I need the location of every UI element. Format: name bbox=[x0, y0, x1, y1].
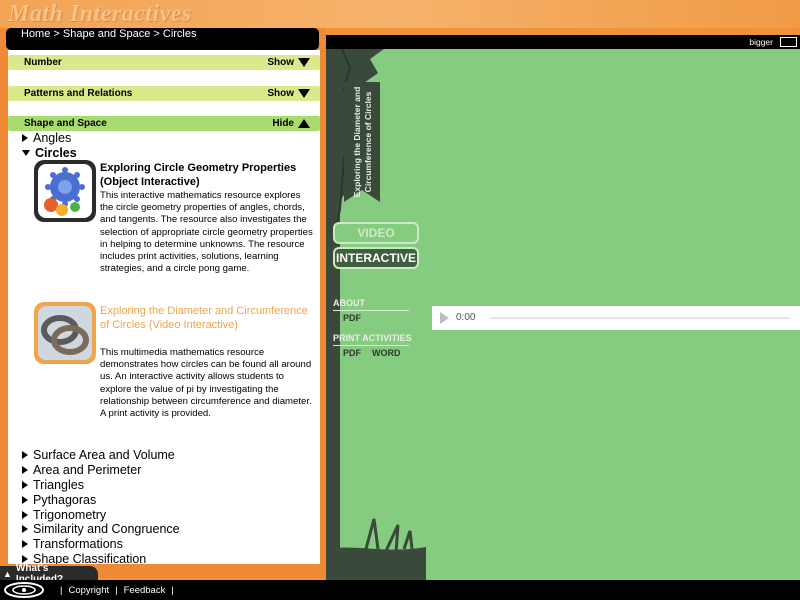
toggle-label: Show bbox=[267, 57, 294, 68]
topic-area-perimeter[interactable]: Area and Perimeter bbox=[22, 463, 141, 477]
topic-angles[interactable]: Angles bbox=[22, 131, 71, 145]
footer-separator: | bbox=[60, 584, 63, 596]
collapse-arrow-icon bbox=[22, 150, 30, 156]
print-word-link[interactable]: WORD bbox=[372, 348, 401, 358]
toggle-label: Show bbox=[267, 88, 294, 99]
print-pdf-link[interactable]: PDF bbox=[343, 348, 361, 358]
topic-label: Transformations bbox=[33, 537, 123, 551]
print-activities-label: PRINT ACTIVITIES bbox=[333, 333, 412, 343]
strand-patterns[interactable]: Patterns and Relations Show bbox=[8, 86, 320, 101]
triangle-up-icon: ▲ bbox=[3, 569, 12, 579]
fullscreen-icon[interactable] bbox=[780, 37, 797, 47]
collapse-arrow-icon bbox=[298, 119, 310, 128]
topic-label: Area and Perimeter bbox=[33, 463, 142, 477]
topic-trigonometry[interactable]: Trigonometry bbox=[22, 508, 106, 522]
strand-toggle[interactable]: Show bbox=[267, 57, 310, 68]
resource-description-1: This interactive mathematics resource ex… bbox=[100, 190, 313, 275]
logo-icon bbox=[4, 582, 44, 598]
about-divider bbox=[333, 310, 409, 311]
topic-label: Similarity and Congruence bbox=[33, 522, 180, 536]
topic-circles[interactable]: Circles bbox=[22, 146, 77, 160]
expand-arrow-icon bbox=[22, 525, 28, 533]
expand-arrow-icon bbox=[22, 555, 28, 563]
video-player: 0:00 bbox=[432, 306, 800, 330]
expand-arrow-icon bbox=[22, 134, 28, 142]
resource-description-2: This multimedia mathematics resource dem… bbox=[100, 347, 312, 420]
expand-arrow-icon bbox=[298, 58, 310, 67]
site-title: Math Interactives bbox=[8, 1, 192, 27]
topic-surface-area[interactable]: Surface Area and Volume bbox=[22, 448, 175, 462]
footer: | Copyright | Feedback | bbox=[0, 580, 800, 600]
bigger-label[interactable]: bigger bbox=[749, 37, 773, 47]
time-display: 0:00 bbox=[456, 312, 476, 323]
strand-label: Number bbox=[24, 57, 62, 68]
expand-arrow-icon bbox=[22, 451, 28, 459]
print-divider bbox=[333, 345, 409, 346]
gear-icon bbox=[38, 164, 92, 218]
topic-label: Surface Area and Volume bbox=[33, 448, 175, 462]
topic-label: Pythagoras bbox=[33, 493, 97, 507]
seek-bar[interactable] bbox=[490, 317, 790, 319]
topic-pythagoras[interactable]: Pythagoras bbox=[22, 493, 96, 507]
expand-arrow-icon bbox=[22, 496, 28, 504]
resource-title-1[interactable]: Exploring Circle Geometry Properties (Ob… bbox=[100, 161, 315, 189]
video-button[interactable]: VIDEO bbox=[333, 222, 419, 244]
title-banner-text: Exploring the Diameter and Circumference… bbox=[352, 82, 374, 202]
banner-line-2: Circumference of Circles bbox=[363, 91, 373, 193]
resource-title-2[interactable]: Exploring the Diameter and Circumference… bbox=[100, 304, 315, 332]
topic-triangles[interactable]: Triangles bbox=[22, 478, 84, 492]
topic-label: Trigonometry bbox=[33, 508, 107, 522]
rings-icon bbox=[38, 306, 92, 360]
strand-number[interactable]: Number Show bbox=[8, 55, 320, 70]
resource-thumbnail-2[interactable] bbox=[34, 302, 96, 364]
banner-line-1: Exploring the Diameter and bbox=[352, 86, 362, 198]
topic-similarity[interactable]: Similarity and Congruence bbox=[22, 522, 180, 536]
strand-shape-space[interactable]: Shape and Space Hide bbox=[8, 116, 320, 131]
breadcrumb[interactable]: Home > Shape and Space > Circles bbox=[6, 28, 319, 50]
about-label: ABOUT bbox=[333, 298, 365, 308]
strand-toggle[interactable]: Hide bbox=[272, 118, 310, 129]
header-band: Math Interactives bbox=[0, 0, 800, 28]
strand-toggle[interactable]: Show bbox=[267, 88, 310, 99]
interactive-button[interactable]: INTERACTIVE bbox=[333, 247, 419, 269]
strand-label: Shape and Space bbox=[24, 118, 107, 129]
player-toolbar: bigger bbox=[326, 35, 800, 49]
footer-separator: | bbox=[171, 584, 174, 596]
expand-arrow-icon bbox=[298, 89, 310, 98]
expand-arrow-icon bbox=[22, 511, 28, 519]
topic-label: Triangles bbox=[33, 478, 84, 492]
expand-arrow-icon bbox=[22, 466, 28, 474]
play-icon[interactable] bbox=[440, 312, 449, 324]
topic-label: Angles bbox=[33, 131, 72, 145]
footer-separator: | bbox=[115, 584, 118, 596]
resource-thumbnail-1[interactable] bbox=[34, 160, 96, 222]
toggle-label: Hide bbox=[272, 118, 294, 129]
about-pdf-link[interactable]: PDF bbox=[343, 313, 361, 323]
strand-label: Patterns and Relations bbox=[24, 88, 133, 99]
feedback-link[interactable]: Feedback bbox=[124, 585, 166, 596]
topic-label: Circles bbox=[35, 146, 77, 160]
expand-arrow-icon bbox=[22, 540, 28, 548]
copyright-link[interactable]: Copyright bbox=[68, 585, 109, 596]
topic-transformations[interactable]: Transformations bbox=[22, 537, 123, 551]
expand-arrow-icon bbox=[22, 481, 28, 489]
